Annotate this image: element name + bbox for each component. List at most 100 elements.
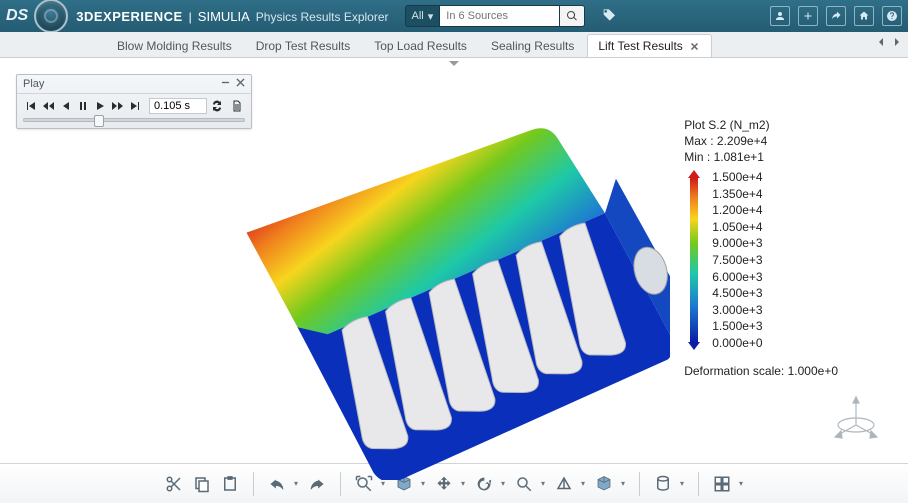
plot-max: Max : 2.209e+4 <box>684 134 838 148</box>
close-panel-button[interactable] <box>236 78 245 90</box>
play-title-label: Play <box>23 78 44 90</box>
skip-start-icon <box>25 100 37 112</box>
colorbar-icon <box>684 170 704 350</box>
zoom-area-dropdown[interactable]: ▾ <box>539 479 547 488</box>
profile-button[interactable] <box>770 6 790 26</box>
tab-label: Sealing Results <box>491 39 574 53</box>
search-scope-label: All <box>412 10 424 22</box>
viewport[interactable]: Play <box>0 70 908 463</box>
layout-button[interactable] <box>709 471 735 497</box>
pan-dropdown[interactable]: ▾ <box>459 479 467 488</box>
cylinder-dropdown[interactable]: ▾ <box>678 479 686 488</box>
share-button[interactable] <box>826 6 846 26</box>
search-scope-dropdown[interactable]: All ▾ <box>405 5 440 27</box>
separator: | <box>189 10 192 24</box>
search-input[interactable] <box>439 5 559 27</box>
zoom-fit-dropdown[interactable]: ▾ <box>379 479 387 488</box>
step-back-button[interactable] <box>58 98 73 114</box>
ds-logo-icon: DS <box>6 7 28 25</box>
tick: 1.050e+4 <box>712 220 762 234</box>
pause-button[interactable] <box>75 98 90 114</box>
tab-label: Top Load Results <box>374 39 467 53</box>
tick: 9.000e+3 <box>712 236 762 250</box>
skip-start-button[interactable] <box>23 98 38 114</box>
normal-view-dropdown[interactable]: ▾ <box>579 479 587 488</box>
brand-label: 3DEXPERIENCE <box>76 9 182 24</box>
close-tab-button[interactable] <box>689 40 701 52</box>
add-button[interactable] <box>798 6 818 26</box>
chevron-down-icon: ▾ <box>428 10 434 23</box>
deformation-value: 1.000e+0 <box>788 364 838 378</box>
tab-blow-molding[interactable]: Blow Molding Results <box>106 34 243 57</box>
suite-label: SIMULIA <box>198 9 250 24</box>
search-icon <box>566 10 578 22</box>
layout-dropdown[interactable]: ▾ <box>737 479 745 488</box>
tab-nav <box>876 36 902 50</box>
forward-button[interactable] <box>110 98 125 114</box>
skip-end-button[interactable] <box>128 98 143 114</box>
tick: 1.350e+4 <box>712 187 762 201</box>
rewind-icon <box>42 100 54 112</box>
fea-model-icon <box>150 110 670 480</box>
rotate-dropdown[interactable]: ▾ <box>499 479 507 488</box>
tick: 1.500e+3 <box>712 319 762 333</box>
shading-dropdown[interactable]: ▾ <box>619 479 627 488</box>
tab-sealing[interactable]: Sealing Results <box>480 34 585 57</box>
tab-top-load[interactable]: Top Load Results <box>363 34 478 57</box>
home-icon <box>858 10 870 22</box>
tick: 6.000e+3 <box>712 270 762 284</box>
chevron-right-icon <box>892 37 902 47</box>
model-render <box>150 110 670 480</box>
max-label: Max : <box>684 134 713 148</box>
search-button[interactable] <box>559 5 585 27</box>
tab-next-button[interactable] <box>892 36 902 50</box>
undo-dropdown[interactable]: ▾ <box>292 479 300 488</box>
forward-icon <box>112 100 124 112</box>
color-legend: Plot S.2 (N_m2) Max : 2.209e+4 Min : 1.0… <box>684 118 838 378</box>
chevron-left-icon <box>876 37 886 47</box>
triad-icon <box>832 395 880 443</box>
play-button[interactable] <box>93 98 108 114</box>
deformation-scale: Deformation scale: 1.000e+0 <box>684 364 838 378</box>
tab-strip: Blow Molding Results Drop Test Results T… <box>0 32 908 58</box>
close-icon <box>236 78 245 87</box>
tick: 1.500e+4 <box>712 170 762 184</box>
plus-icon <box>802 10 814 22</box>
tab-lift-test[interactable]: Lift Test Results <box>587 34 711 57</box>
view-triad[interactable] <box>832 395 880 443</box>
help-button[interactable] <box>882 6 902 26</box>
grid-icon <box>713 475 731 493</box>
slider-thumb[interactable] <box>94 115 104 127</box>
deformation-label: Deformation scale: <box>684 364 784 378</box>
step-back-icon <box>60 100 72 112</box>
tab-drop-test[interactable]: Drop Test Results <box>245 34 361 57</box>
min-label: Min : <box>684 150 710 164</box>
rewind-button[interactable] <box>40 98 55 114</box>
user-icon <box>774 10 786 22</box>
compass-icon[interactable] <box>34 0 68 33</box>
tick: 0.000e+0 <box>712 336 762 350</box>
color-scale: 1.500e+4 1.350e+4 1.200e+4 1.050e+4 9.00… <box>684 170 838 350</box>
search-group: All ▾ <box>405 5 586 27</box>
help-icon <box>886 10 898 22</box>
home-button[interactable] <box>854 6 874 26</box>
play-icon <box>94 100 106 112</box>
play-panel-title-bar[interactable]: Play <box>17 75 251 94</box>
tick: 1.200e+4 <box>712 203 762 217</box>
tab-label: Blow Molding Results <box>117 39 232 53</box>
top-right-icons <box>770 6 902 26</box>
minus-icon <box>221 78 230 87</box>
tab-label: Drop Test Results <box>256 39 350 53</box>
tick: 7.500e+3 <box>712 253 762 267</box>
expander-row[interactable] <box>0 58 908 70</box>
isometric-dropdown[interactable]: ▾ <box>419 479 427 488</box>
tab-prev-button[interactable] <box>876 36 886 50</box>
plot-min: Min : 1.081e+1 <box>684 150 838 164</box>
logo-area: DS <box>6 0 68 33</box>
tab-label: Lift Test Results <box>598 39 682 53</box>
share-icon <box>830 10 842 22</box>
tag-icon[interactable] <box>601 8 617 24</box>
top-bar: DS 3DEXPERIENCE | SIMULIA Physics Result… <box>0 0 908 32</box>
app-label: Physics Results Explorer <box>256 10 389 24</box>
minimize-button[interactable] <box>221 78 230 90</box>
